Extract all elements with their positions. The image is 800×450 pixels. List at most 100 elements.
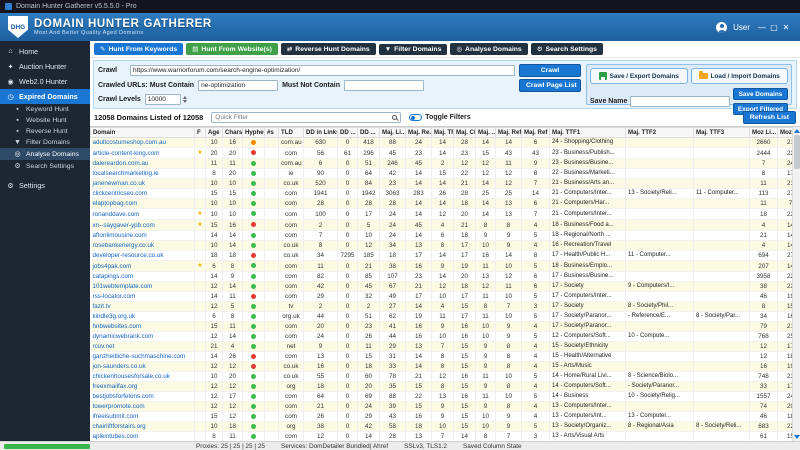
domain-cell[interactable]: adultcostumeshop.com.au [91,138,195,148]
column-header-chars[interactable]: Chars [223,128,243,138]
domain-cell[interactable]: localsearchmarketing.ie [91,169,195,179]
scroll-up-icon[interactable] [794,129,800,133]
search-icon[interactable] [392,115,397,120]
crawl-levels-input[interactable] [145,94,181,105]
save-domains-button[interactable]: Save Domains [733,88,788,100]
domain-cell[interactable]: jon-saunders.co.uk [91,362,195,372]
table-row[interactable]: chairliftforstairs.org1018org38042581810… [91,422,800,432]
tab-search-settings[interactable]: ⚙Search Settings [531,43,603,55]
sidebar-item-keyword-hunt[interactable]: ▪Keyword Hunt [0,104,90,115]
domain-cell[interactable]: bestjobsforfelons.com [91,392,195,402]
column-header-moz-li[interactable]: Moz Li... [750,128,778,138]
column-header-dd[interactable]: DD ... [358,128,380,138]
table-row[interactable]: xn--saygaver-ypb.com★1516com205244542188… [91,220,800,231]
column-header-f[interactable]: F [195,128,206,138]
table-row[interactable]: dalereardon.com.au1111com.au605124645212… [91,159,800,169]
domain-cell[interactable]: fazit.tv [91,302,195,312]
table-row[interactable]: towerpromote.com1212com21024391591598413… [91,402,800,412]
domain-cell[interactable]: xn--saygaver-ypb.com [91,220,195,231]
domain-cell[interactable]: jobs4pak.com [91,261,195,272]
domain-cell[interactable]: rss-locator.com [91,292,195,302]
maximize-button[interactable]: ▢ [768,23,780,32]
toggle-switch-icon[interactable] [409,114,422,121]
table-row[interactable]: aftonlimousine.com1414com701024146189951… [91,231,800,241]
table-row[interactable]: janenewman.co.uk1010co.uk520084231414211… [91,179,800,189]
table-row[interactable]: developer-resource.co.uk1818co.uk3472951… [91,251,800,261]
domain-cell[interactable]: dalereardon.com.au [91,159,195,169]
vertical-scrollbar[interactable] [792,127,800,441]
table-row[interactable]: catapings.com149com820851072314201312617… [91,272,800,282]
sidebar-item-expired-domains[interactable]: ◷Expired Domains [0,89,90,104]
table-row[interactable]: bestjobsforfelons.com1217com640698822131… [91,392,800,402]
domain-cell[interactable]: hnbwebsites.com [91,322,195,332]
table-row[interactable]: localsearchmarketing.ie820ie900644214152… [91,169,800,179]
table-row[interactable]: elaptopbag.com1010com2802828141418141362… [91,199,800,209]
column-header-maj-tf[interactable]: Maj. TF [432,128,454,138]
column-header-maj-ttf2[interactable]: Maj. TTF2 [626,128,694,138]
table-row[interactable]: jon-saunders.co.uk1212co.uk1601833148159… [91,362,800,372]
crawl-url-input[interactable] [130,65,515,76]
sidebar-item-settings[interactable]: ⚙Settings [0,178,90,193]
column-header-maj-ref-su[interactable]: Maj. Ref Su... [522,128,550,138]
table-row[interactable]: ronanddave.com★1010com100017241412201413… [91,209,800,220]
table-row[interactable]: fazit.tv125tv202271441587317 - Society8 … [91,302,800,312]
domain-cell[interactable]: dynamicwebrank.com [91,332,195,342]
domain-cell[interactable]: aftonlimousine.com [91,231,195,241]
close-button[interactable]: ✕ [780,23,792,32]
table-row[interactable]: ifreeisubmit.com1512com26029431691510941… [91,412,800,422]
scroll-down-icon[interactable] [794,435,800,439]
domain-cell[interactable]: kindle3g.org.uk [91,312,195,322]
column-header-maj[interactable]: Maj. ... [476,128,496,138]
domain-cell[interactable]: elaptopbag.com [91,199,195,209]
table-row[interactable]: apleintubes.com811com12014281371487313 -… [91,432,800,442]
domain-cell[interactable]: ronanddave.com [91,209,195,220]
table-row[interactable]: kindle3g.org.uk68org.uk44051621911171110… [91,312,800,322]
domain-cell[interactable]: apleintubes.com [91,432,195,442]
sidebar-item-filter-domains[interactable]: ▼Filter Domains [0,137,90,148]
sidebar-item-home[interactable]: ⌂Home [0,44,90,59]
must-not-contain-input[interactable] [344,80,424,91]
save-export-domains-button[interactable]: Save / Export Domains [590,68,688,84]
domain-cell[interactable]: clickcentricseo.com [91,189,195,199]
sidebar-item-web2-0-hunter[interactable]: ◉Web2.0 Hunter [0,74,90,89]
load-import-domains-button[interactable]: Load / Import Domains [691,68,789,84]
column-header-domain[interactable]: Domain [91,128,195,138]
tab-reverse-hunt-domains[interactable]: ⇄Reverse Hunt Domains [281,43,376,55]
table-row[interactable]: clickcentricseo.com1515com19410194230632… [91,189,800,199]
quick-filter-input[interactable] [215,113,390,122]
column-header-hyphen[interactable]: Hyphen [243,128,265,138]
domain-cell[interactable]: article-content-king.com [91,148,195,159]
column-header-dd[interactable]: DD ... [338,128,358,138]
sidebar-item-analyse-domains[interactable]: ◎Analyse Domains [0,148,90,160]
table-row[interactable]: rcuv.net214net9011291371598415 - Society… [91,342,800,352]
save-name-input[interactable] [630,96,730,107]
domain-cell[interactable]: catapings.com [91,272,195,282]
column-header-maj-li[interactable]: Maj. Li... [380,128,406,138]
column-header-tld[interactable]: TLD [279,128,304,138]
toggle-filters-control[interactable]: Toggle Filters [409,114,470,121]
column-header-s[interactable]: #s [265,128,279,138]
table-row[interactable]: article-content-king.com★2020com56612964… [91,148,800,159]
sidebar-item-auction-hunter[interactable]: ✦Auction Hunter [0,59,90,74]
column-header-maj-cf[interactable]: Maj. CF [454,128,476,138]
tab-filter-domains[interactable]: ▼Filter Domains [379,44,448,55]
table-row[interactable]: freexmailfax.org1212org18020351581598414… [91,382,800,392]
table-row[interactable]: hnbwebsites.com1511com200234116916109417… [91,322,800,332]
table-row[interactable]: rss-locator.com1411com290324917101711105… [91,292,800,302]
domain-cell[interactable]: developer-resource.co.uk [91,251,195,261]
column-header-maj-ttf1[interactable]: Maj. TTF1 [550,128,626,138]
table-row[interactable]: chickenhousesforsale.co.uk1020co.uk55060… [91,372,800,382]
domain-cell[interactable]: ifreeisubmit.com [91,412,195,422]
table-row[interactable]: 101webtemplate.com1214com420456721121812… [91,282,800,292]
refresh-list-button[interactable]: Refresh List [743,111,796,124]
sidebar-item-reverse-hunt[interactable]: ▪Reverse Hunt [0,126,90,137]
tab-hunt-from-keywords[interactable]: ✎Hunt From Keywords [94,43,183,55]
column-header-maj-ttf3[interactable]: Maj. TTF3 [694,128,750,138]
minimize-button[interactable]: — [756,23,768,32]
sidebar-item-search-settings[interactable]: ⚙Search Settings [0,160,90,172]
crawl-button[interactable]: Crawl [519,64,581,77]
domain-cell[interactable]: rcuv.net [91,342,195,352]
crawl-page-list-button[interactable]: Crawl Page List [519,79,581,92]
table-row[interactable]: jobs4pak.com★68com1102138169191110518 - … [91,261,800,272]
table-row[interactable]: adultcostumeshop.com.au1016com.au6300418… [91,138,800,148]
